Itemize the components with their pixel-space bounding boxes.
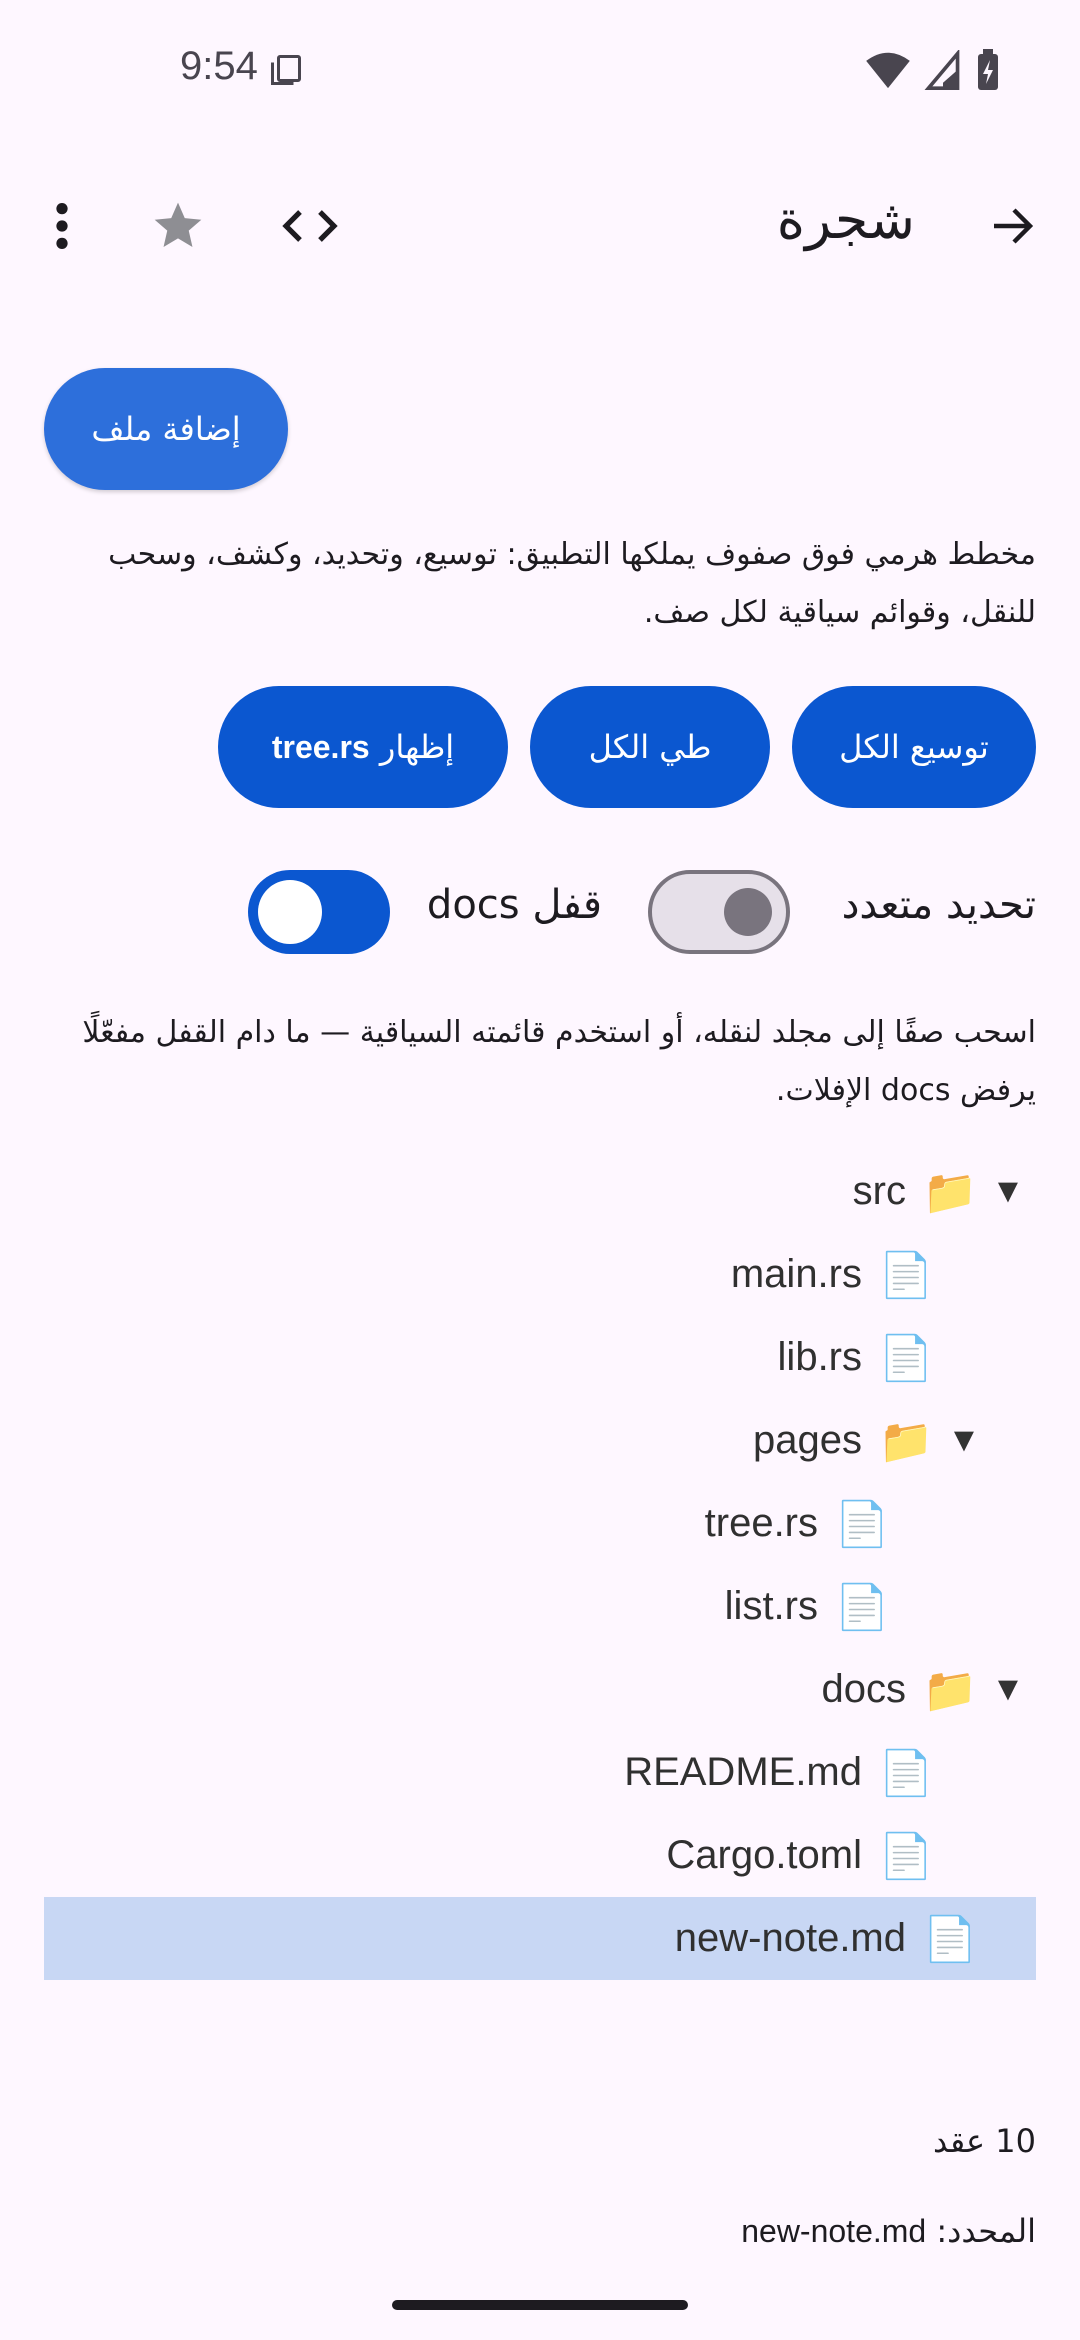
file-tree: ▼ 📁 src 📄 main.rs 📄 lib.rs ▼ 📁 pages 📄 t… xyxy=(44,1150,1036,1980)
file-icon: 📄 xyxy=(878,1831,934,1881)
tree-row-src[interactable]: ▼ 📁 src xyxy=(44,1150,1036,1233)
tree-row-label: docs xyxy=(821,1667,907,1711)
tree-row-list-rs[interactable]: 📄 list.rs xyxy=(44,1565,1036,1648)
tree-row-new-note[interactable]: 📄 new-note.md xyxy=(44,1897,1036,1980)
tree-row-pages[interactable]: ▼ 📁 pages xyxy=(44,1399,1036,1482)
tree-row-label: README.md xyxy=(624,1750,862,1794)
arrow-back-icon xyxy=(994,208,1034,244)
wifi-icon xyxy=(866,52,910,89)
battery-charging-icon xyxy=(978,49,998,90)
tree-row-docs[interactable]: ▼ 📁 docs xyxy=(44,1648,1036,1731)
status-icons xyxy=(866,48,1000,92)
expand-arrow-icon[interactable]: ▼ xyxy=(936,1421,992,1460)
file-icon: 📄 xyxy=(922,1914,978,1964)
tree-row-lib-rs[interactable]: 📄 lib.rs xyxy=(44,1316,1036,1399)
file-icon: 📄 xyxy=(878,1250,934,1300)
lock-docs-label: قفل docs xyxy=(426,882,602,928)
more-vert-icon xyxy=(56,203,68,249)
status-time: 9:54 xyxy=(180,44,258,88)
file-icon: 📄 xyxy=(878,1333,934,1383)
tree-row-label: Cargo.toml xyxy=(666,1833,862,1877)
expand-arrow-icon[interactable]: ▼ xyxy=(980,1172,1036,1211)
add-file-button[interactable]: إضافة ملف xyxy=(44,368,288,490)
tree-row-main-rs[interactable]: 📄 main.rs xyxy=(44,1233,1036,1316)
top-app-bar: شجرة xyxy=(0,180,1080,268)
reveal-file-name: tree.rs xyxy=(271,728,370,765)
tree-row-tree-rs[interactable]: 📄 tree.rs xyxy=(44,1482,1036,1565)
switch-knob xyxy=(258,880,322,944)
description-text: مخطط هرمي فوق صفوف يملكها التطبيق: توسيع… xyxy=(108,537,1036,630)
more-options-button[interactable] xyxy=(30,194,94,258)
screenshot-copy-icon xyxy=(271,55,301,85)
multi-select-label: تحديد متعدد xyxy=(841,882,1036,928)
folder-icon: 📁 xyxy=(922,1167,978,1217)
code-icon xyxy=(282,210,338,242)
switch-knob xyxy=(724,888,772,936)
tree-row-label: src xyxy=(852,1169,906,1213)
favorite-button[interactable] xyxy=(142,194,214,258)
tree-row-label: tree.rs xyxy=(704,1501,818,1545)
tree-row-label: new-note.md xyxy=(674,1916,906,1960)
selected-label: المحدد: xyxy=(926,2212,1036,2250)
collapse-all-button[interactable]: طي الكل xyxy=(530,686,770,808)
tree-actions-row: توسيع الكل طي الكل إظهار tree.rs xyxy=(218,686,1036,808)
tree-row-label: pages xyxy=(753,1418,862,1462)
lock-docs-switch[interactable] xyxy=(248,870,390,954)
star-icon xyxy=(154,202,202,247)
page-title: شجرة xyxy=(776,188,915,251)
back-button[interactable] xyxy=(980,194,1044,258)
selected-value: new-note.md xyxy=(741,2213,927,2249)
folder-icon: 📁 xyxy=(922,1665,978,1715)
home-indicator[interactable] xyxy=(392,2300,688,2310)
toggles-row: تحديد متعدد قفل docs xyxy=(44,868,1036,960)
hint-text: اسحب صفًا إلى مجلد لنقله، أو استخدم قائم… xyxy=(82,1015,1036,1108)
file-icon: 📄 xyxy=(834,1499,890,1549)
tree-row-cargo-toml[interactable]: 📄 Cargo.toml xyxy=(44,1814,1036,1897)
tree-row-label: lib.rs xyxy=(777,1335,862,1379)
reveal-file-button[interactable]: إظهار tree.rs xyxy=(218,686,508,808)
status-bar: 9:54 xyxy=(0,0,1080,140)
file-icon: 📄 xyxy=(834,1582,890,1632)
file-icon: 📄 xyxy=(878,1748,934,1798)
selected-status: المحدد: new-note.md xyxy=(741,2212,1036,2250)
tree-row-readme[interactable]: 📄 README.md xyxy=(44,1731,1036,1814)
multi-select-switch[interactable] xyxy=(648,870,790,954)
reveal-file-label: إظهار xyxy=(379,728,455,766)
signal-icon xyxy=(924,50,960,90)
node-count: 10 عقد xyxy=(933,2122,1036,2160)
expand-all-button[interactable]: توسيع الكل xyxy=(792,686,1036,808)
tree-row-label: main.rs xyxy=(730,1252,862,1296)
folder-icon: 📁 xyxy=(878,1416,934,1466)
tree-row-label: list.rs xyxy=(724,1584,818,1628)
code-view-button[interactable] xyxy=(270,194,350,258)
expand-arrow-icon[interactable]: ▼ xyxy=(980,1670,1036,1709)
